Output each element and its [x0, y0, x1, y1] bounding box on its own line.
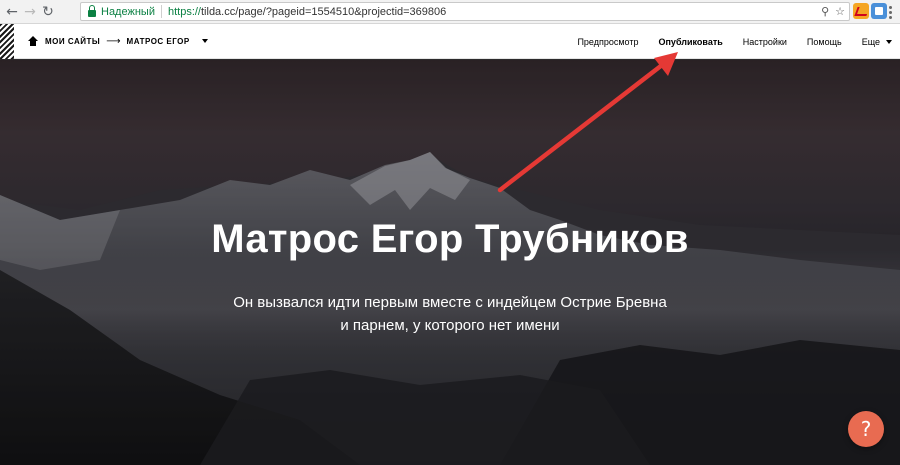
- publish-link[interactable]: Опубликовать: [659, 37, 723, 47]
- forward-icon[interactable]: →: [21, 2, 39, 22]
- security-label: Надежный: [101, 5, 155, 18]
- divider: [160, 5, 162, 18]
- more-menu[interactable]: Еще: [862, 37, 892, 47]
- help-button[interactable]: ?: [848, 411, 884, 447]
- hero-cover: Матрос Егор Трубников Он вызвался идти п…: [0, 60, 900, 465]
- lock-icon: [88, 5, 96, 17]
- chevron-down-icon[interactable]: [201, 39, 208, 43]
- star-icon[interactable]: ☆: [835, 5, 845, 18]
- more-label: Еще: [861, 36, 880, 47]
- chevron-down-icon: [886, 39, 892, 44]
- settings-link[interactable]: Настройки: [743, 37, 787, 47]
- help-link[interactable]: Помощь: [807, 37, 842, 47]
- breadcrumb-my-sites[interactable]: МОИ САЙТЫ: [45, 37, 100, 46]
- page-subtitle: Он вызвался идти первым вместе с индейце…: [0, 291, 900, 337]
- home-icon[interactable]: [28, 36, 38, 46]
- breadcrumb-project[interactable]: МАТРОС ЕГОР: [127, 37, 190, 46]
- extension-window-icon[interactable]: [871, 3, 887, 19]
- subtitle-line-2: и парнем, у которого нет имени: [340, 317, 560, 334]
- browser-toolbar: ← → ↻ Надежный https:// tilda.cc/page/?p…: [0, 0, 900, 24]
- preview-link[interactable]: Предпросмотр: [577, 37, 638, 47]
- url-protocol: https://: [167, 5, 201, 18]
- subtitle-line-1: Он вызвался идти первым вместе с индейце…: [233, 294, 667, 311]
- top-nav: Предпросмотр Опубликовать Настройки Помо…: [577, 24, 900, 59]
- breadcrumb-arrow-icon: ⟶: [106, 35, 121, 47]
- back-icon[interactable]: ←: [3, 2, 21, 22]
- zoom-icon[interactable]: ⚲: [821, 5, 829, 18]
- extension-chart-icon[interactable]: [853, 3, 869, 19]
- tilda-topbar: МОИ САЙТЫ ⟶ МАТРОС ЕГОР Предпросмотр Опу…: [0, 23, 900, 59]
- url-text: tilda.cc/page/?pageid=1554510&projectid=…: [201, 5, 447, 18]
- mountain-background-image: [0, 60, 900, 465]
- address-bar[interactable]: Надежный https:// tilda.cc/page/?pageid=…: [80, 2, 850, 21]
- browser-menu-icon[interactable]: [889, 6, 892, 19]
- page-title: Матрос Егор Трубников: [211, 217, 689, 261]
- tilda-logo-icon[interactable]: [0, 23, 14, 59]
- reload-icon[interactable]: ↻: [39, 2, 57, 22]
